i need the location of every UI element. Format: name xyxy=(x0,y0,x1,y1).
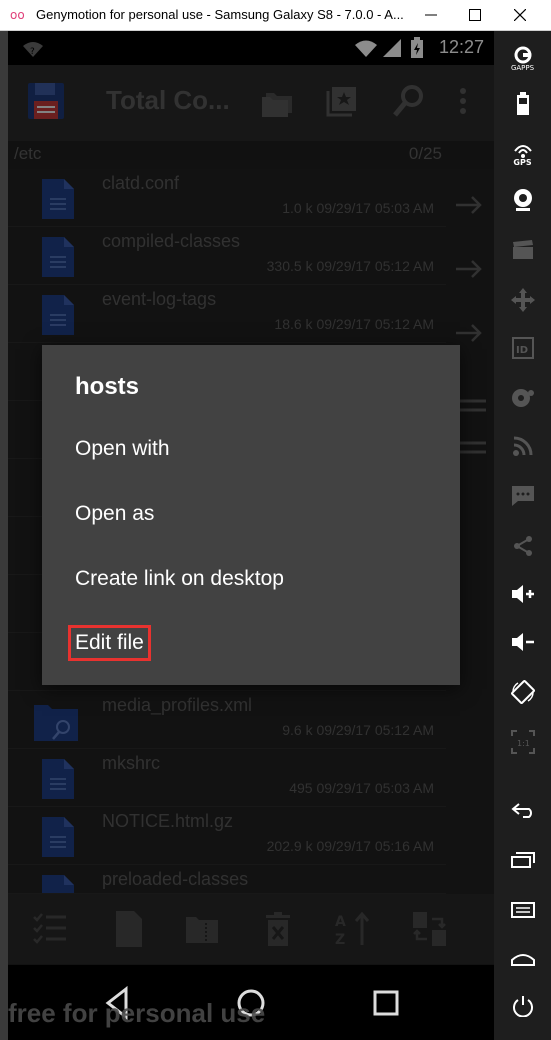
gapps-label: GAPPS xyxy=(510,64,535,72)
disk-icon xyxy=(511,389,534,407)
gps-button[interactable]: GPS xyxy=(506,137,539,173)
volume-down-icon xyxy=(511,633,534,651)
message-icon xyxy=(511,486,534,506)
power-button[interactable] xyxy=(506,991,539,1021)
id-card-icon: ID xyxy=(511,337,534,359)
recent-apps-button[interactable] xyxy=(506,845,539,875)
window-title-bar: oo Genymotion for personal use - Samsung… xyxy=(0,0,551,31)
network-button[interactable] xyxy=(506,431,539,461)
phone-screen: ? 12:27 Total Co... /etc 0/25 clatd.conf… xyxy=(8,31,494,965)
minimize-icon xyxy=(425,14,437,16)
battery-icon xyxy=(516,92,529,115)
pixel-ratio-label: 1:1 xyxy=(517,739,530,748)
genymotion-logo: oo xyxy=(10,8,25,22)
share-button[interactable] xyxy=(506,531,539,561)
device-id-button[interactable]: ID xyxy=(506,333,539,363)
recents-icon[interactable] xyxy=(366,983,406,1023)
gps-icon xyxy=(513,144,532,158)
battery-button[interactable] xyxy=(506,89,539,119)
gps-label: GPS xyxy=(513,157,532,167)
share-icon xyxy=(513,536,532,556)
genymotion-side-panel: GAPPS GPS ID 1:1 xyxy=(494,31,551,1040)
pixel-perfect-button[interactable]: 1:1 xyxy=(506,727,539,757)
webcam-button[interactable] xyxy=(506,185,539,215)
dialog-title: hosts xyxy=(75,373,140,400)
sms-button[interactable] xyxy=(506,481,539,511)
remote-control-button[interactable] xyxy=(506,285,539,315)
volume-up-button[interactable] xyxy=(506,579,539,609)
menu-button[interactable] xyxy=(506,895,539,925)
move-arrows-icon xyxy=(510,288,535,312)
menu-item-create-link[interactable]: Create link on desktop xyxy=(75,567,284,591)
volume-up-icon xyxy=(511,585,534,603)
rotate-screen-icon xyxy=(510,680,535,704)
back-arrow-icon xyxy=(510,803,532,818)
menu-icon xyxy=(510,902,535,918)
close-button[interactable] xyxy=(503,0,537,30)
recent-apps-icon xyxy=(510,852,535,868)
menu-item-open-as[interactable]: Open as xyxy=(75,502,154,526)
close-icon xyxy=(514,9,526,21)
back-button[interactable] xyxy=(506,795,539,825)
volume-down-button[interactable] xyxy=(506,627,539,657)
pixel-perfect-icon: 1:1 xyxy=(510,730,535,754)
home-button[interactable] xyxy=(506,943,539,973)
gapps-icon xyxy=(514,46,531,64)
left-frame xyxy=(0,31,8,1040)
clapperboard-icon xyxy=(512,240,533,259)
edit-file-highlight xyxy=(68,625,151,661)
disk-io-button[interactable] xyxy=(506,383,539,413)
maximize-icon xyxy=(469,9,481,21)
context-menu-dialog: hosts Open with Open as Create link on d… xyxy=(42,345,460,685)
maximize-button[interactable] xyxy=(458,0,492,30)
screencast-button[interactable] xyxy=(506,235,539,265)
gapps-button[interactable]: GAPPS xyxy=(506,41,539,77)
webcam-icon xyxy=(513,189,532,211)
minimize-button[interactable] xyxy=(414,0,448,30)
rotate-button[interactable] xyxy=(506,677,539,707)
window-title: Genymotion for personal use - Samsung Ga… xyxy=(36,7,404,22)
menu-item-open-with[interactable]: Open with xyxy=(75,437,170,461)
power-icon xyxy=(512,996,533,1017)
svg-text:ID: ID xyxy=(516,345,528,356)
watermark-text: free for personal use xyxy=(8,998,266,1028)
rss-icon xyxy=(512,436,532,456)
home-outline-icon xyxy=(510,954,535,966)
